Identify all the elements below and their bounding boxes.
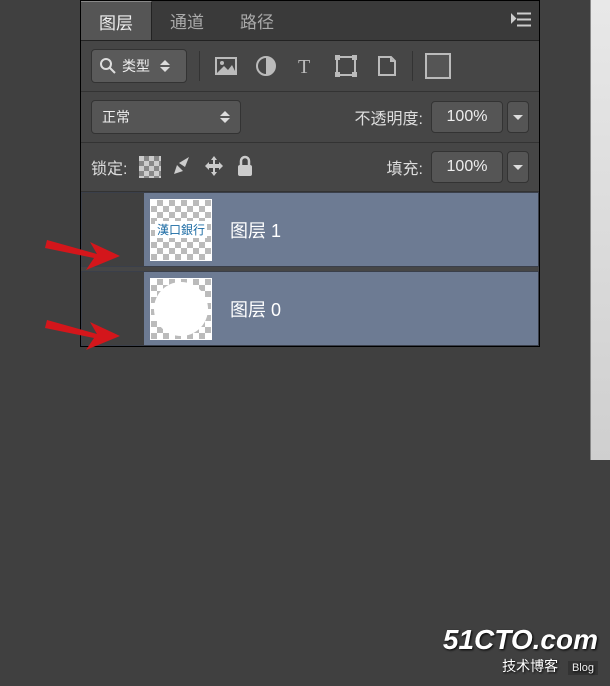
thumb-content — [154, 282, 208, 336]
panel-menu-icon[interactable] — [511, 12, 531, 29]
fill-input[interactable]: 100% — [431, 151, 503, 183]
tab-layers[interactable]: 图层 — [81, 1, 152, 40]
layer-thumbnail[interactable]: 漢口銀行 — [150, 199, 212, 261]
lock-transparency-icon[interactable] — [139, 156, 161, 178]
filter-pixel-icon[interactable] — [212, 52, 240, 80]
blend-mode-select[interactable]: 正常 — [91, 100, 241, 134]
filter-label: 类型 — [122, 56, 150, 76]
layer-row[interactable]: 图层 0 — [81, 271, 539, 346]
thumb-content: 漢口銀行 — [155, 221, 207, 238]
opacity-input[interactable]: 100% — [431, 101, 503, 133]
filter-row: 类型 T — [81, 41, 539, 92]
fill-label: 填充: — [387, 155, 423, 179]
filter-type-dropdown[interactable]: 类型 — [91, 49, 187, 83]
lock-label: 锁定: — [91, 155, 127, 179]
layer-name[interactable]: 图层 0 — [230, 296, 281, 322]
watermark-site: 51CTO.com — [443, 624, 598, 656]
lock-pixels-icon[interactable] — [171, 155, 193, 180]
filter-type-icon[interactable]: T — [292, 52, 320, 80]
opacity-label: 不透明度: — [355, 105, 423, 129]
filter-adjustment-icon[interactable] — [252, 52, 280, 80]
lock-position-icon[interactable] — [203, 155, 225, 180]
lock-all-icon[interactable] — [235, 155, 255, 180]
filter-toggle[interactable] — [425, 53, 451, 79]
search-icon — [100, 58, 116, 74]
divider — [412, 51, 413, 81]
layers-list: 漢口銀行 图层 1 图层 0 — [81, 192, 539, 346]
panel-tabs: 图层 通道 路径 — [81, 1, 539, 41]
layers-panel: 图层 通道 路径 类型 T — [80, 0, 540, 347]
stepper-icon — [220, 111, 230, 123]
tab-paths[interactable]: 路径 — [222, 1, 292, 40]
tab-channels[interactable]: 通道 — [152, 1, 222, 40]
page-edge — [590, 0, 610, 460]
watermark-blog: Blog — [568, 661, 598, 675]
layer-name[interactable]: 图层 1 — [230, 217, 281, 243]
divider — [199, 51, 200, 81]
opacity-dropdown[interactable] — [507, 101, 529, 133]
fill-dropdown[interactable] — [507, 151, 529, 183]
watermark-sub: 技术博客 — [502, 658, 558, 674]
filter-smartobject-icon[interactable] — [372, 52, 400, 80]
annotation-arrow — [42, 312, 122, 352]
layer-row[interactable]: 漢口銀行 图层 1 — [81, 192, 539, 267]
lock-row: 锁定: 填充: 100% — [81, 143, 539, 192]
watermark: 51CTO.com 技术博客 Blog — [443, 624, 598, 676]
filter-shape-icon[interactable] — [332, 52, 360, 80]
stepper-icon — [160, 60, 178, 72]
blend-mode-value: 正常 — [102, 107, 130, 127]
blend-row: 正常 不透明度: 100% — [81, 92, 539, 143]
svg-text:T: T — [298, 56, 310, 76]
annotation-arrow — [42, 232, 122, 272]
layer-thumbnail[interactable] — [150, 278, 212, 340]
